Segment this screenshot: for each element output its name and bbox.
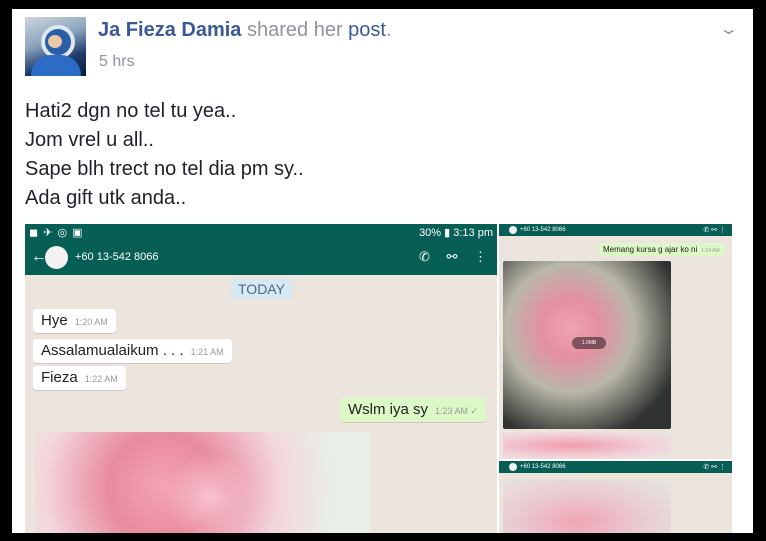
chat-header: +60 13-542 8066 ✆ ⚯ ⋮ bbox=[499, 461, 732, 473]
shared-text: shared her bbox=[246, 19, 343, 41]
message-bubble: Hye 1:20 AM bbox=[33, 309, 116, 333]
phone-status-bar: ◼ ✈ ◎ ▣ 30% ▮ 3:13 pm bbox=[25, 224, 497, 241]
chat-screenshot-tertiary[interactable]: +60 13-542 8066 ✆ ⚯ ⋮ bbox=[499, 461, 732, 533]
chat-header: ← +60 13-542 8066 ✆ ⚯ ⋮ bbox=[25, 241, 497, 275]
message-bubble-outgoing: Wslm iya sy 1:23 AM ✓ bbox=[340, 398, 487, 422]
post-line: Hati2 dgn no tel tu yea.. bbox=[25, 100, 237, 122]
attach-icon: ⚯ bbox=[446, 249, 458, 264]
post-line: Sape blh trect no tel dia pm sy.. bbox=[25, 158, 304, 180]
post-link[interactable]: post bbox=[348, 19, 386, 41]
contact-avatar bbox=[509, 463, 517, 471]
avatar-face bbox=[48, 35, 62, 48]
status-right: 30% ▮ 3:13 pm bbox=[419, 227, 493, 239]
more-icon: ⋮ bbox=[474, 249, 487, 264]
message-text: Memang kursa g ajar ko ni bbox=[603, 245, 698, 254]
message-text: Assalamualaikum . . . bbox=[41, 342, 184, 359]
blurred-photo bbox=[35, 432, 370, 533]
blurred-photo bbox=[503, 480, 671, 533]
contact-number: +60 13-542 8066 bbox=[520, 227, 566, 233]
contact-avatar bbox=[45, 246, 68, 269]
message-time: 1:20 AM bbox=[74, 317, 108, 327]
chat-screenshot-main[interactable]: ◼ ✈ ◎ ▣ 30% ▮ 3:13 pm ← +60 13-542 8066 … bbox=[25, 224, 497, 533]
status-icons-left: ◼ ✈ ◎ ▣ bbox=[29, 227, 84, 239]
chat-header-icons: ✆ ⚯ ⋮ bbox=[703, 464, 726, 471]
blurred-photo: 1.0MB bbox=[503, 261, 671, 429]
message-time: 1:23 AM ✓ bbox=[435, 406, 479, 416]
chevron-down-icon[interactable]: ⌄ bbox=[718, 19, 738, 39]
blurred-photo bbox=[503, 432, 671, 459]
message-time: 1:22 AM bbox=[84, 374, 118, 384]
phone-icon: ✆ bbox=[418, 249, 430, 264]
message-text: Wslm iya sy bbox=[348, 401, 428, 418]
author-name[interactable]: Ja Fieza Damia bbox=[98, 19, 241, 41]
author-avatar[interactable] bbox=[25, 17, 86, 76]
message-bubble: Assalamualaikum . . . 1:21 AM bbox=[33, 339, 232, 363]
message-time: 1:24 AM bbox=[701, 248, 720, 254]
chat-header-icons: ✆ ⚯ ⋮ bbox=[406, 249, 487, 265]
post-line: Jom vrel u all.. bbox=[25, 129, 154, 151]
post-body: Hati2 dgn no tel tu yea.. Jom vrel u all… bbox=[25, 97, 304, 213]
message-text: Hye bbox=[41, 312, 68, 329]
message-time: 1:21 AM bbox=[190, 347, 224, 357]
date-chip: TODAY bbox=[231, 279, 292, 299]
message-bubble-outgoing: Memang kursa g ajar ko ni 1:24 AM bbox=[599, 243, 724, 256]
media-size-badge: 1.0MB bbox=[572, 337, 606, 349]
post-line: Ada gift utk anda.. bbox=[25, 187, 187, 209]
post-header: Ja Fieza Damia shared her post. bbox=[98, 19, 392, 42]
avatar-body bbox=[31, 55, 81, 76]
chat-header: +60 13-542 8066 ✆ ⚯ ⋮ bbox=[499, 224, 732, 236]
header-period: . bbox=[385, 19, 392, 41]
post-timestamp[interactable]: 5 hrs bbox=[99, 53, 135, 71]
message-bubble: Fieza 1:22 AM bbox=[33, 366, 126, 390]
chat-header-icons: ✆ ⚯ ⋮ bbox=[703, 227, 726, 234]
message-text: Fieza bbox=[41, 369, 78, 386]
chat-screenshot-secondary[interactable]: +60 13-542 8066 ✆ ⚯ ⋮ Memang kursa g aja… bbox=[499, 224, 732, 459]
post-card: Ja Fieza Damia shared her post. 5 hrs ⌄ … bbox=[12, 9, 753, 533]
contact-avatar bbox=[509, 226, 517, 234]
contact-number: +60 13-542 8066 bbox=[520, 464, 566, 470]
contact-number: +60 13-542 8066 bbox=[75, 251, 159, 263]
